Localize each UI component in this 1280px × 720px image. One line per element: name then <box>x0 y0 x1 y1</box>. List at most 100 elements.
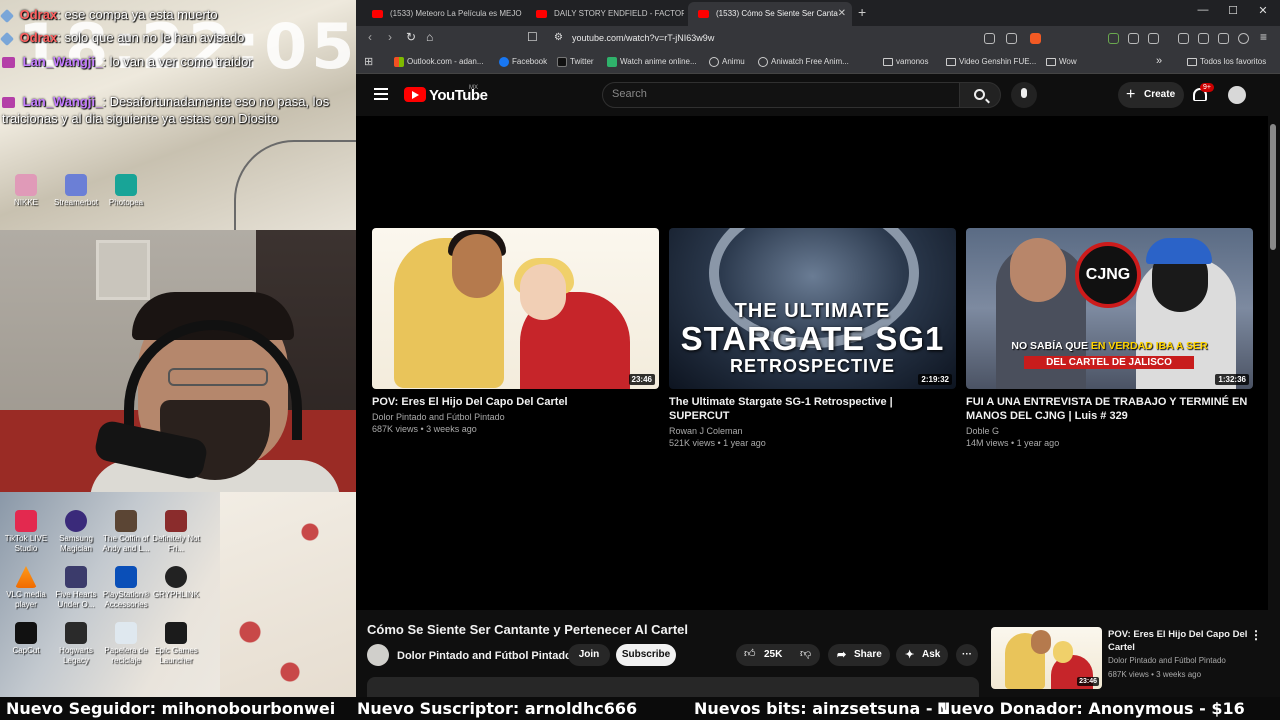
bookmark-icon[interactable]: ☐ <box>527 30 538 44</box>
bookmarks-overflow-icon[interactable]: » <box>1156 55 1162 67</box>
browser-tab-active[interactable]: (1533) Cómo Se Siente Ser Canta ✕ <box>688 2 852 26</box>
recommended-title[interactable]: POV: Eres El Hijo Del Capo Del Cartel <box>1108 628 1248 654</box>
desktop-icon-vlc[interactable]: VLC media player <box>0 566 52 610</box>
photopea-icon <box>115 174 137 196</box>
more-vertical-icon[interactable]: ⋮ <box>1250 628 1262 642</box>
channel-name: Rowan J Coleman <box>669 426 743 436</box>
new-tab-button[interactable]: + <box>858 4 866 20</box>
desktop-icon-recycle-bin[interactable]: Papelera de reciclaje <box>100 622 152 666</box>
scrollbar-thumb[interactable] <box>1270 124 1276 250</box>
desktop-icon-streamerbot[interactable]: Streamerbot <box>50 174 102 208</box>
end-screen-video-card[interactable]: 23:46 POV: Eres El Hijo Del Capo Del Car… <box>372 228 659 435</box>
end-screen-video-card[interactable]: THE ULTIMATE STARGATE SG1 RETROSPECTIVE … <box>669 228 956 449</box>
bookmark-outlook[interactable]: Outlook.com - adan... <box>394 57 483 67</box>
desktop-icon-gryphlink[interactable]: GRYPHLINK <box>150 566 202 600</box>
desktop-icon-tiktok-live[interactable]: TikTok LIVE Studio <box>0 510 52 554</box>
video-player[interactable]: 23:46 POV: Eres El Hijo Del Capo Del Car… <box>356 116 1268 610</box>
thumbnail-caption-banner: DEL CARTEL DE JALISCO <box>1024 356 1194 369</box>
music-icon[interactable] <box>1178 33 1189 44</box>
description-box[interactable] <box>367 677 979 697</box>
nikke-icon <box>15 174 37 196</box>
share-page-icon[interactable] <box>1006 33 1017 44</box>
account-avatar[interactable] <box>1228 86 1246 104</box>
desktop-icon-hogwarts-legacy[interactable]: Hogwarts Legacy <box>50 622 102 666</box>
bookmark-folder-video-genshin[interactable]: Video Genshin FUE... <box>946 57 1036 66</box>
minimize-button[interactable]: — <box>1188 4 1218 16</box>
ask-button[interactable]: ✦ Ask <box>896 644 948 666</box>
close-tab-icon[interactable]: ✕ <box>838 2 846 26</box>
extension-icon[interactable] <box>1148 33 1159 44</box>
more-actions-button[interactable]: ··· <box>956 644 978 666</box>
desktop-icon-five-hearts[interactable]: Five Hearts Under O... <box>50 566 102 610</box>
search-button[interactable] <box>959 82 1001 108</box>
youtube-logo-icon[interactable] <box>404 87 426 102</box>
bookmark-folder-wow[interactable]: Wow <box>1046 57 1077 66</box>
bookmark-aniwatch[interactable]: Aniwatch Free Anim... <box>758 57 849 67</box>
home-icon[interactable]: ⌂ <box>426 30 433 44</box>
back-icon[interactable]: ‹ <box>368 30 372 44</box>
desktop-icon-epic-games[interactable]: Epic Games Launcher <box>150 622 202 666</box>
video-title[interactable]: FUI A UNA ENTREVISTA DE TRABAJO Y TERMIN… <box>966 395 1253 423</box>
bookmark-folder-vamonos[interactable]: vamonos <box>883 57 928 66</box>
thumbs-up-icon[interactable]: 👍︎ <box>744 647 756 660</box>
desktop-icon-photopea[interactable]: Photopea <box>100 174 152 208</box>
create-button[interactable]: + Create <box>1118 82 1184 108</box>
menu-icon[interactable]: ≡ <box>1260 30 1267 44</box>
reload-icon[interactable]: ↻ <box>406 30 416 44</box>
like-count[interactable]: 25K <box>764 649 782 660</box>
apps-grid-icon[interactable]: ⊞ <box>364 55 373 68</box>
hamburger-menu-icon[interactable] <box>374 88 388 100</box>
join-button[interactable]: Join <box>568 644 610 666</box>
video-title[interactable]: POV: Eres El Hijo Del Capo Del Cartel <box>372 395 659 409</box>
sidebar-icon[interactable] <box>1198 33 1209 44</box>
forward-icon[interactable]: › <box>388 30 392 44</box>
install-app-icon[interactable] <box>984 33 995 44</box>
sparkle-icon: ✦ <box>905 649 915 661</box>
vpn-icon[interactable] <box>1238 33 1249 44</box>
video-thumbnail[interactable]: CJNG NO SABÍA QUE EN VERDAD IBA A SER DE… <box>966 228 1253 389</box>
share-button[interactable]: ➦ Share <box>828 644 890 666</box>
chat-username: Odrax <box>19 7 58 22</box>
brave-shield-icon[interactable] <box>1030 33 1041 44</box>
capcut-icon <box>15 622 37 644</box>
thumbs-down-icon[interactable]: 👎︎ <box>800 647 811 660</box>
subscribe-button[interactable]: Subscribe <box>616 644 676 666</box>
desktop-icon-definitely-not-fried[interactable]: Definitely Not Fri... <box>150 510 202 554</box>
channel-name: Doble G <box>966 426 1000 436</box>
bookmark-animu[interactable]: Animu <box>709 57 745 67</box>
voice-search-button[interactable] <box>1011 82 1037 108</box>
browser-tab[interactable]: DAILY STORY ENDFIELD - FACTORY M <box>526 2 684 26</box>
desktop-icon-nikke[interactable]: NIKKE <box>0 174 52 208</box>
site-info-icon[interactable]: ⚙ <box>554 32 563 43</box>
extension-icon[interactable] <box>1128 33 1139 44</box>
video-thumbnail[interactable]: THE ULTIMATE STARGATE SG1 RETROSPECTIVE … <box>669 228 956 389</box>
end-screen-video-card[interactable]: CJNG NO SABÍA QUE EN VERDAD IBA A SER DE… <box>966 228 1253 449</box>
browser-tab[interactable]: (1533) Meteoro La Película es MEJOR <box>362 2 522 26</box>
bookmark-facebook[interactable]: Facebook <box>499 57 547 67</box>
duration-badge: 23:46 <box>1077 677 1099 686</box>
close-window-button[interactable]: ✕ <box>1248 4 1278 17</box>
alerts-ticker: Nuevo Seguidor: mihonobourbonwei Nuevo S… <box>0 697 1280 720</box>
channel-avatar[interactable] <box>367 644 389 666</box>
desktop-icon-playstation-accessories[interactable]: PlayStation® Accessories <box>100 566 152 610</box>
recommended-thumbnail[interactable]: 23:46 <box>991 627 1102 689</box>
ticker-donation: Nuevo Donador: Anonymous - $16 <box>937 699 1245 718</box>
maximize-button[interactable]: ☐ <box>1218 4 1248 17</box>
extension-icon[interactable] <box>1218 33 1229 44</box>
desktop-icon-samsung-magician[interactable]: Samsung Magician <box>50 510 102 554</box>
video-thumbnail[interactable]: 23:46 <box>372 228 659 389</box>
bookmark-watch-anime[interactable]: Watch anime online... <box>607 57 697 67</box>
samsung-magician-icon <box>65 510 87 532</box>
bookmark-folder-all[interactable]: Todos los favoritos <box>1187 57 1266 66</box>
bookmark-twitter[interactable]: Twitter <box>557 57 594 67</box>
video-stats: 14M views • 1 year ago <box>966 438 1060 448</box>
desktop-icon-capcut[interactable]: CapCut <box>0 622 52 656</box>
streamerbot-icon <box>65 174 87 196</box>
video-title[interactable]: The Ultimate Stargate SG-1 Retrospective… <box>669 395 956 423</box>
search-input[interactable] <box>602 82 960 108</box>
watch-channel-name[interactable]: Dolor Pintado and Fútbol Pintado <box>397 650 572 662</box>
duration-badge: 2:19:32 <box>918 374 952 385</box>
youtube-wordmark[interactable]: YouTube <box>429 87 488 104</box>
desktop-icon-coffin-of-andy[interactable]: The Coffin of Andy and L... <box>100 510 152 554</box>
extension-icon[interactable] <box>1108 33 1119 44</box>
